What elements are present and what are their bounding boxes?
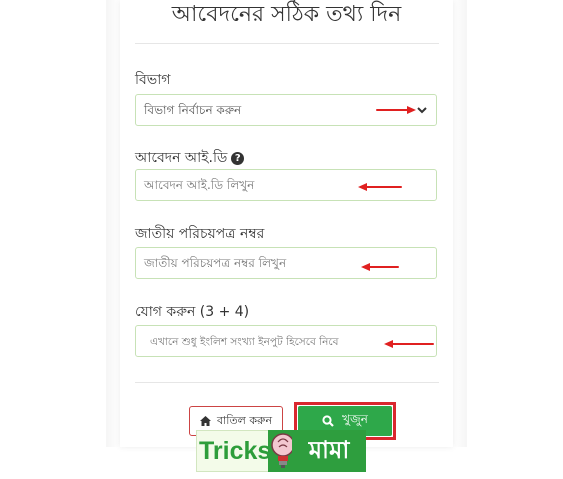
left-shadow (106, 0, 120, 447)
application-id-label: আবেদন আই.ডি? (135, 146, 245, 170)
form-title: আবেদনের সঠিক তথ্য দিন (171, 2, 402, 27)
application-id-placeholder: আবেদন আই.ডি লিখুন (144, 178, 255, 192)
search-form-card: আবেদনের সঠিক তথ্য দিন বিভাগ বিভাগ নির্বা… (120, 0, 453, 447)
chevron-down-icon (417, 107, 427, 114)
annotation-arrow (361, 263, 399, 271)
right-shadow (453, 0, 467, 447)
footer-divider (135, 382, 439, 383)
nid-placeholder: জাতীয় পরিচয়পত্র নম্বর লিখুন (144, 256, 287, 270)
division-selected-value: বিভাগ নির্বাচন করুন (144, 103, 242, 117)
cancel-button-label: বাতিল করুন (216, 413, 273, 427)
nid-label: জাতীয় পরিচয়পত্র নম্বর (135, 226, 265, 242)
watermark-right-text: মামা (292, 430, 366, 472)
search-button-label: খুজুন (342, 412, 368, 426)
annotation-arrow (384, 340, 434, 348)
watermark-left-text: Tricks (196, 430, 274, 472)
captcha-label: যোগ করুন (3 + 4) (135, 304, 250, 320)
question-circle-icon[interactable]: ? (231, 152, 245, 165)
home-icon (199, 416, 211, 426)
title-divider (135, 43, 439, 44)
annotation-arrow (376, 106, 416, 114)
application-id-label-text: আবেদন আই.ডি (135, 150, 228, 166)
search-icon (322, 415, 334, 427)
division-label: বিভাগ (135, 72, 171, 88)
captcha-placeholder: এখানে শুধু ইংলিশ সংখ্যা ইনপুট হিসেবে নিব… (150, 336, 339, 348)
annotation-arrow (358, 183, 402, 191)
tricksmama-watermark: Tricks মামা (196, 430, 366, 472)
